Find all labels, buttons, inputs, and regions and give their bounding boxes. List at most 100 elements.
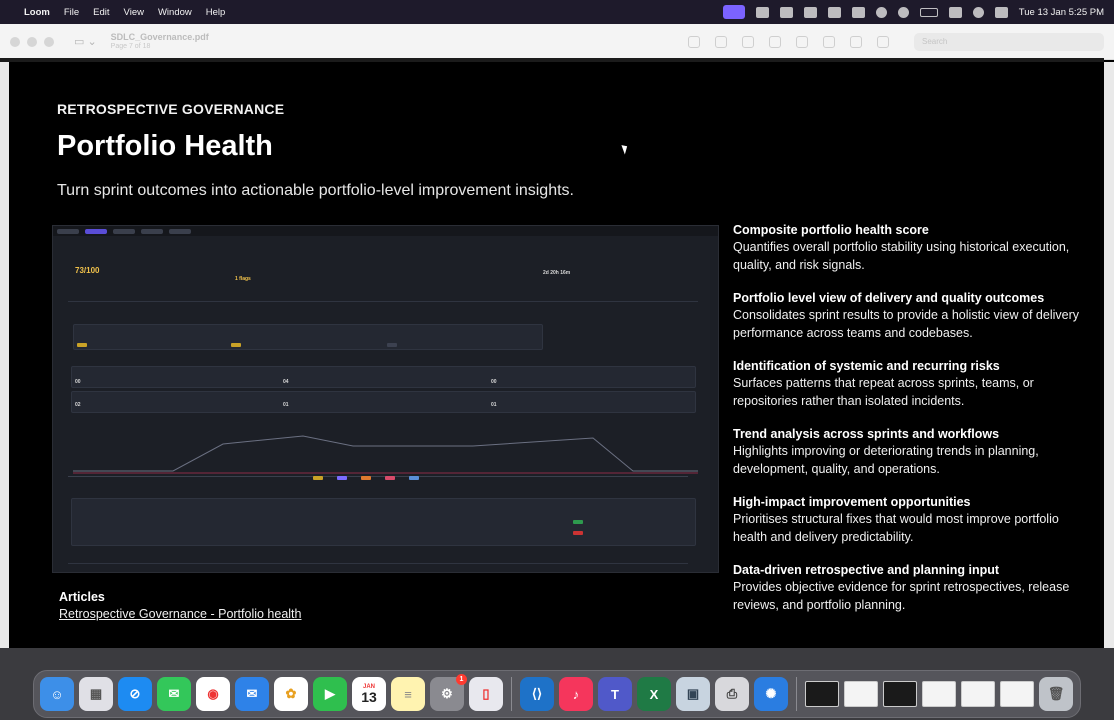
- flag-panel: [71, 391, 696, 413]
- pdf-page: RETROSPECTIVE GOVERNANCE Portfolio Healt…: [9, 62, 1103, 648]
- slide-eyebrow: RETROSPECTIVE GOVERNANCE: [57, 101, 285, 117]
- article-link[interactable]: Retrospective Governance - Portfolio hea…: [59, 607, 302, 621]
- menu-clock[interactable]: Tue 13 Jan 5:25 PM: [1019, 7, 1104, 18]
- facetime-icon[interactable]: ▶: [313, 677, 347, 711]
- flag-panel: [71, 366, 696, 388]
- control-center-icon[interactable]: [994, 6, 1008, 18]
- dashboard-tab: [113, 228, 135, 234]
- menu-window[interactable]: Window: [158, 7, 192, 18]
- app-status-icon[interactable]: [779, 6, 793, 18]
- trend-line-graphic: [73, 435, 698, 474]
- moon-icon[interactable]: [875, 6, 887, 18]
- mail-icon[interactable]: ✉: [235, 677, 269, 711]
- music-icon[interactable]: ♪: [559, 677, 593, 711]
- flag-stat: 00: [491, 379, 497, 385]
- feature-item: Data-driven retrospective and planning i…: [733, 562, 1093, 614]
- feature-heading: Identification of systemic and recurring…: [733, 359, 1000, 373]
- screen-icon[interactable]: [827, 6, 841, 18]
- search-field[interactable]: Search: [914, 32, 1104, 51]
- status-badge: [573, 520, 583, 524]
- menu-edit[interactable]: Edit: [93, 7, 109, 18]
- slide-title: Portfolio Health: [57, 130, 273, 162]
- calendar-icon[interactable]: JAN 13: [352, 677, 386, 711]
- divider: [68, 563, 688, 564]
- notes-icon[interactable]: ≡: [391, 677, 425, 711]
- window-toolbar: ▭ ⌄ SDLC_Governance.pdf Page 7 of 18 Sea…: [0, 24, 1114, 60]
- dashboard-tab: [169, 228, 191, 234]
- dropbox-icon[interactable]: [755, 6, 769, 18]
- health-score: 73/100: [75, 266, 100, 275]
- status-badge: [573, 531, 583, 535]
- excel-icon[interactable]: X: [637, 677, 671, 711]
- flag-stat: 02: [75, 402, 81, 408]
- status-badge: [77, 343, 87, 347]
- rotate-icon[interactable]: [823, 35, 835, 48]
- dashboard-tab: [141, 228, 163, 234]
- highlight-icon[interactable]: [850, 35, 862, 48]
- sidebar-toggle-icon[interactable]: ▭ ⌄: [74, 35, 97, 48]
- safari-icon[interactable]: ⊘: [118, 677, 152, 711]
- share-icon[interactable]: [769, 35, 781, 48]
- feature-description: Prioritises structural fixes that would …: [733, 512, 1059, 544]
- sign-icon[interactable]: [877, 35, 889, 48]
- minimize-button[interactable]: [27, 36, 37, 47]
- vscode-icon[interactable]: ⟨⟩: [520, 677, 554, 711]
- zoom-out-icon[interactable]: [715, 35, 727, 48]
- status-area: Tue 13 Jan 5:25 PM: [722, 5, 1104, 19]
- menu-help[interactable]: Help: [206, 7, 226, 18]
- chrome-icon[interactable]: ◉: [196, 677, 230, 711]
- extension-icon[interactable]: [803, 6, 817, 18]
- feature-description: Quantifies overall portfolio stability u…: [733, 240, 1070, 272]
- dashboard-screenshot: 73/100 1 flags 2d 20h 16m 00 04 00 02 01…: [52, 225, 719, 573]
- teams-icon[interactable]: T: [598, 677, 632, 711]
- preview-icon[interactable]: ▣: [676, 677, 710, 711]
- markup-icon[interactable]: [796, 35, 808, 48]
- status-badge: [387, 343, 397, 347]
- loom-status-icon[interactable]: [722, 5, 745, 19]
- minimized-window-thumb[interactable]: [844, 681, 878, 707]
- search-icon[interactable]: [972, 6, 984, 18]
- photos-icon[interactable]: ✿: [274, 677, 308, 711]
- menu-file[interactable]: File: [64, 7, 79, 18]
- messages-icon[interactable]: ✉: [157, 677, 191, 711]
- iphone-mirroring-icon[interactable]: ▯: [469, 677, 503, 711]
- flag-stat: 01: [283, 402, 289, 408]
- minimized-window-thumb[interactable]: [1000, 681, 1034, 707]
- close-button[interactable]: [10, 36, 20, 47]
- feature-item: Trend analysis across sprints and workfl…: [733, 426, 1093, 478]
- workflow-table: [71, 498, 696, 546]
- dock-separator: [511, 677, 512, 711]
- tool-icon[interactable]: [851, 6, 865, 18]
- feature-description: Provides objective evidence for sprint r…: [733, 580, 1070, 612]
- printer-icon[interactable]: ⎙: [715, 677, 749, 711]
- launchpad-icon[interactable]: ▦: [79, 677, 113, 711]
- zoom-button[interactable]: [44, 36, 54, 47]
- vertical-scrollbar[interactable]: [1104, 62, 1114, 648]
- minimized-window-thumb[interactable]: [922, 681, 956, 707]
- minimized-window-thumb[interactable]: [805, 681, 839, 707]
- system-settings-icon[interactable]: ⚙ 1: [430, 674, 467, 711]
- finder-icon[interactable]: ☺: [40, 677, 74, 711]
- info-icon[interactable]: [688, 35, 700, 48]
- wifi-icon[interactable]: [948, 6, 962, 18]
- legend-row: [68, 476, 688, 477]
- feature-item: Composite portfolio health score Quantif…: [733, 222, 1093, 274]
- legend-chip: [313, 476, 323, 480]
- dashboard-tab-active: [85, 228, 107, 234]
- articles-heading: Articles: [59, 590, 105, 604]
- calendar-day: 13: [361, 689, 377, 705]
- battery-icon[interactable]: [919, 7, 938, 17]
- zoom-in-icon[interactable]: [742, 35, 754, 48]
- minimized-window-thumb[interactable]: [961, 681, 995, 707]
- minimized-window-thumb[interactable]: [883, 681, 917, 707]
- app-gear-icon[interactable]: ✺: [754, 677, 788, 711]
- flag-stat: 00: [75, 379, 81, 385]
- feature-item: Identification of systemic and recurring…: [733, 358, 1093, 410]
- trash-icon[interactable]: 🗑: [1039, 677, 1073, 711]
- feature-heading: Composite portfolio health score: [733, 223, 929, 237]
- app-menu[interactable]: Loom: [24, 7, 50, 18]
- menu-view[interactable]: View: [124, 7, 144, 18]
- play-icon[interactable]: [897, 6, 909, 18]
- left-margin: [0, 62, 9, 648]
- legend-chip: [385, 476, 395, 480]
